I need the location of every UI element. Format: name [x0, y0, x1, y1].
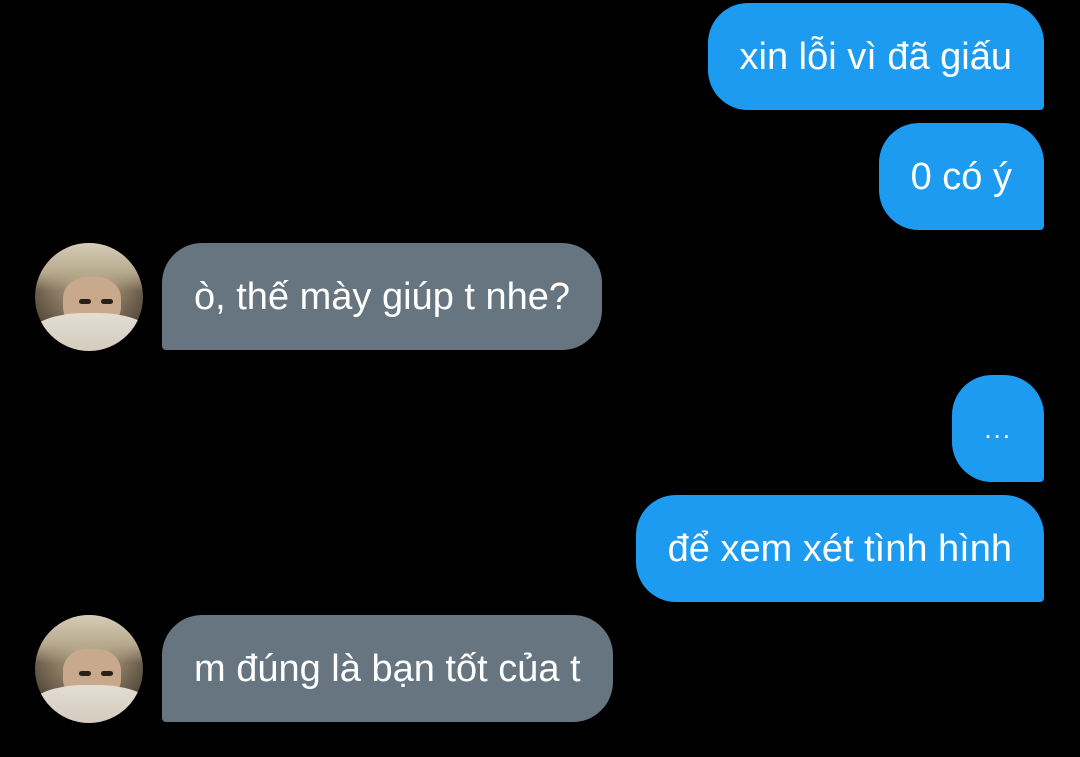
contact-avatar-icon[interactable] — [35, 615, 143, 723]
message-text: xin lỗi vì đã giấu — [739, 35, 1013, 78]
outgoing-message[interactable]: ... — [952, 375, 1044, 482]
message-text: 0 có ý — [910, 155, 1012, 198]
incoming-message[interactable]: m đúng là bạn tốt của t — [162, 615, 613, 722]
incoming-message[interactable]: ò, thế mày giúp t nhe? — [162, 243, 603, 350]
message-text: ... — [984, 413, 1012, 444]
message-thread: xin lỗi vì đã giấu 0 có ý ò, thế mày giú… — [0, 0, 1080, 757]
message-text: m đúng là bạn tốt của t — [194, 647, 581, 690]
contact-avatar-icon[interactable] — [35, 243, 143, 351]
outgoing-message[interactable]: xin lỗi vì đã giấu — [707, 3, 1044, 110]
outgoing-message[interactable]: để xem xét tình hình — [635, 495, 1044, 602]
message-text: để xem xét tình hình — [667, 527, 1012, 570]
outgoing-message[interactable]: 0 có ý — [878, 123, 1044, 230]
message-text: ò, thế mày giúp t nhe? — [194, 275, 571, 318]
